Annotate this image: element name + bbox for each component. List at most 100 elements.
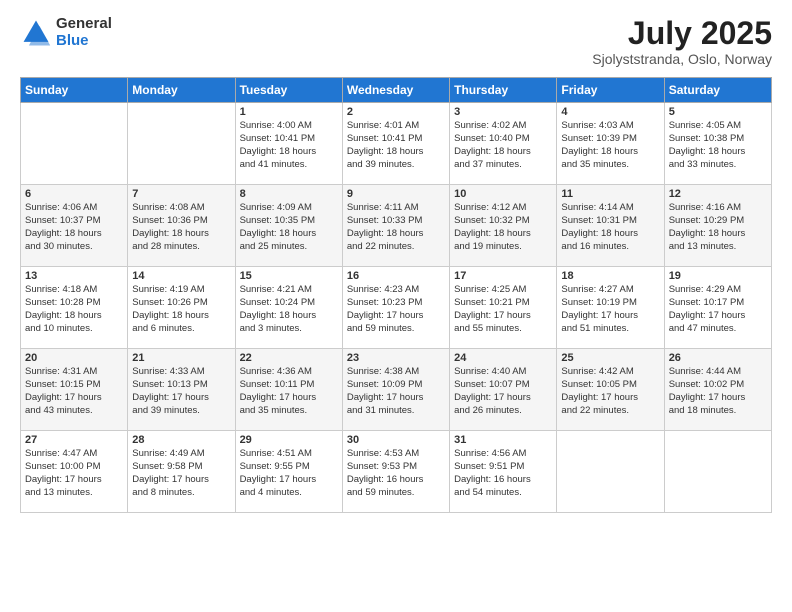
logo-text: General Blue <box>56 16 112 49</box>
calendar-cell: 16Sunrise: 4:23 AM Sunset: 10:23 PM Dayl… <box>342 267 449 349</box>
day-number: 17 <box>454 270 552 282</box>
calendar-cell: 20 Sunrise: 4:31 AM Sunset: 10:15 PM Dayl… <box>21 349 128 431</box>
day-info: Sunrise: 4:44 AM Sunset: 10:02 PM Daylig… <box>669 366 767 417</box>
calendar-cell: 8 Sunrise: 4:09 AM Sunset: 10:35 PM Dayli… <box>235 185 342 267</box>
day-info: Sunrise: 4:19 AM Sunset: 10:26 PM Daylig… <box>132 284 230 335</box>
day-number: 20 <box>25 352 123 364</box>
week-row-3: 13 Sunrise: 4:18 AM Sunset: 10:28 PM Dayl… <box>21 267 772 349</box>
day-number: 19 <box>669 270 767 282</box>
calendar-cell: 18Sunrise: 4:27 AM Sunset: 10:19 PM Dayl… <box>557 267 664 349</box>
day-number: 2 <box>347 106 445 118</box>
calendar-cell: 28 Sunrise: 4:49 AM Sunset: 9:58 PM Dayli… <box>128 431 235 513</box>
logo-general: General <box>56 16 112 33</box>
day-number: 23 <box>347 352 445 364</box>
logo: General Blue <box>20 16 112 49</box>
calendar-cell: 9Sunrise: 4:11 AM Sunset: 10:33 PM Dayli… <box>342 185 449 267</box>
calendar-cell: 21Sunrise: 4:33 AM Sunset: 10:13 PM Dayl… <box>128 349 235 431</box>
title-block: July 2025 Sjolyststranda, Oslo, Norway <box>592 16 772 67</box>
day-number: 27 <box>25 434 123 446</box>
calendar-cell: 4 Sunrise: 4:03 AM Sunset: 10:39 PM Dayli… <box>557 103 664 185</box>
day-info: Sunrise: 4:03 AM Sunset: 10:39 PM Daylig… <box>561 120 659 171</box>
day-info: Sunrise: 4:49 AM Sunset: 9:58 PM Dayligh… <box>132 448 230 499</box>
calendar: SundayMondayTuesdayWednesdayThursdayFrid… <box>20 77 772 513</box>
calendar-cell: 1 Sunrise: 4:00 AM Sunset: 10:41 PM Dayli… <box>235 103 342 185</box>
calendar-cell: 12 Sunrise: 4:16 AM Sunset: 10:29 PM Dayl… <box>664 185 771 267</box>
day-info: Sunrise: 4:18 AM Sunset: 10:28 PM Daylig… <box>25 284 123 335</box>
day-number: 12 <box>669 188 767 200</box>
month-title: July 2025 <box>592 16 772 51</box>
day-info: Sunrise: 4:12 AM Sunset: 10:32 PM Daylig… <box>454 202 552 253</box>
calendar-cell: 26Sunrise: 4:44 AM Sunset: 10:02 PM Dayl… <box>664 349 771 431</box>
calendar-cell: 23 Sunrise: 4:38 AM Sunset: 10:09 PM Dayl… <box>342 349 449 431</box>
calendar-cell: 29Sunrise: 4:51 AM Sunset: 9:55 PM Dayli… <box>235 431 342 513</box>
day-info: Sunrise: 4:40 AM Sunset: 10:07 PM Daylig… <box>454 366 552 417</box>
day-info: Sunrise: 4:06 AM Sunset: 10:37 PM Daylig… <box>25 202 123 253</box>
day-number: 8 <box>240 188 338 200</box>
week-row-5: 27Sunrise: 4:47 AM Sunset: 10:00 PM Dayl… <box>21 431 772 513</box>
day-number: 14 <box>132 270 230 282</box>
day-info: Sunrise: 4:25 AM Sunset: 10:21 PM Daylig… <box>454 284 552 335</box>
location: Sjolyststranda, Oslo, Norway <box>592 51 772 67</box>
week-row-4: 20 Sunrise: 4:31 AM Sunset: 10:15 PM Dayl… <box>21 349 772 431</box>
day-number: 5 <box>669 106 767 118</box>
header: General Blue July 2025 Sjolyststranda, O… <box>20 16 772 67</box>
day-info: Sunrise: 4:42 AM Sunset: 10:05 PM Daylig… <box>561 366 659 417</box>
day-info: Sunrise: 4:09 AM Sunset: 10:35 PM Daylig… <box>240 202 338 253</box>
calendar-cell: 15 Sunrise: 4:21 AM Sunset: 10:24 PM Dayl… <box>235 267 342 349</box>
day-info: Sunrise: 4:31 AM Sunset: 10:15 PM Daylig… <box>25 366 123 417</box>
calendar-cell: 17 Sunrise: 4:25 AM Sunset: 10:21 PM Dayl… <box>450 267 557 349</box>
week-row-2: 6 Sunrise: 4:06 AM Sunset: 10:37 PM Dayli… <box>21 185 772 267</box>
day-number: 13 <box>25 270 123 282</box>
day-number: 3 <box>454 106 552 118</box>
day-number: 18 <box>561 270 659 282</box>
day-number: 6 <box>25 188 123 200</box>
calendar-cell <box>557 431 664 513</box>
col-header-sunday: Sunday <box>21 78 128 103</box>
col-header-wednesday: Wednesday <box>342 78 449 103</box>
calendar-cell <box>21 103 128 185</box>
day-number: 28 <box>132 434 230 446</box>
col-header-thursday: Thursday <box>450 78 557 103</box>
logo-blue: Blue <box>56 33 112 50</box>
day-info: Sunrise: 4:02 AM Sunset: 10:40 PM Daylig… <box>454 120 552 171</box>
day-info: Sunrise: 4:05 AM Sunset: 10:38 PM Daylig… <box>669 120 767 171</box>
calendar-cell: 22Sunrise: 4:36 AM Sunset: 10:11 PM Dayl… <box>235 349 342 431</box>
day-info: Sunrise: 4:38 AM Sunset: 10:09 PM Daylig… <box>347 366 445 417</box>
day-number: 15 <box>240 270 338 282</box>
day-number: 31 <box>454 434 552 446</box>
calendar-cell: 14 Sunrise: 4:19 AM Sunset: 10:26 PM Dayl… <box>128 267 235 349</box>
calendar-cell: 3 Sunrise: 4:02 AM Sunset: 10:40 PM Dayli… <box>450 103 557 185</box>
calendar-cell: 11 Sunrise: 4:14 AM Sunset: 10:31 PM Dayl… <box>557 185 664 267</box>
day-number: 10 <box>454 188 552 200</box>
day-info: Sunrise: 4:53 AM Sunset: 9:53 PM Dayligh… <box>347 448 445 499</box>
day-info: Sunrise: 4:36 AM Sunset: 10:11 PM Daylig… <box>240 366 338 417</box>
week-row-1: 1 Sunrise: 4:00 AM Sunset: 10:41 PM Dayli… <box>21 103 772 185</box>
day-info: Sunrise: 4:08 AM Sunset: 10:36 PM Daylig… <box>132 202 230 253</box>
col-header-tuesday: Tuesday <box>235 78 342 103</box>
day-info: Sunrise: 4:56 AM Sunset: 9:51 PM Dayligh… <box>454 448 552 499</box>
calendar-cell: 7Sunrise: 4:08 AM Sunset: 10:36 PM Dayli… <box>128 185 235 267</box>
day-info: Sunrise: 4:21 AM Sunset: 10:24 PM Daylig… <box>240 284 338 335</box>
calendar-header-row: SundayMondayTuesdayWednesdayThursdayFrid… <box>21 78 772 103</box>
calendar-cell: 2Sunrise: 4:01 AM Sunset: 10:41 PM Dayli… <box>342 103 449 185</box>
day-info: Sunrise: 4:51 AM Sunset: 9:55 PM Dayligh… <box>240 448 338 499</box>
calendar-cell: 13 Sunrise: 4:18 AM Sunset: 10:28 PM Dayl… <box>21 267 128 349</box>
day-info: Sunrise: 4:29 AM Sunset: 10:17 PM Daylig… <box>669 284 767 335</box>
col-header-saturday: Saturday <box>664 78 771 103</box>
col-header-monday: Monday <box>128 78 235 103</box>
calendar-cell: 6 Sunrise: 4:06 AM Sunset: 10:37 PM Dayli… <box>21 185 128 267</box>
day-number: 4 <box>561 106 659 118</box>
day-info: Sunrise: 4:00 AM Sunset: 10:41 PM Daylig… <box>240 120 338 171</box>
day-number: 30 <box>347 434 445 446</box>
calendar-cell: 19 Sunrise: 4:29 AM Sunset: 10:17 PM Dayl… <box>664 267 771 349</box>
day-info: Sunrise: 4:16 AM Sunset: 10:29 PM Daylig… <box>669 202 767 253</box>
day-number: 25 <box>561 352 659 364</box>
day-info: Sunrise: 4:14 AM Sunset: 10:31 PM Daylig… <box>561 202 659 253</box>
calendar-cell: 5 Sunrise: 4:05 AM Sunset: 10:38 PM Dayli… <box>664 103 771 185</box>
day-number: 11 <box>561 188 659 200</box>
page: General Blue July 2025 Sjolyststranda, O… <box>0 0 792 612</box>
day-info: Sunrise: 4:33 AM Sunset: 10:13 PM Daylig… <box>132 366 230 417</box>
day-number: 9 <box>347 188 445 200</box>
day-info: Sunrise: 4:23 AM Sunset: 10:23 PM Daylig… <box>347 284 445 335</box>
day-number: 1 <box>240 106 338 118</box>
